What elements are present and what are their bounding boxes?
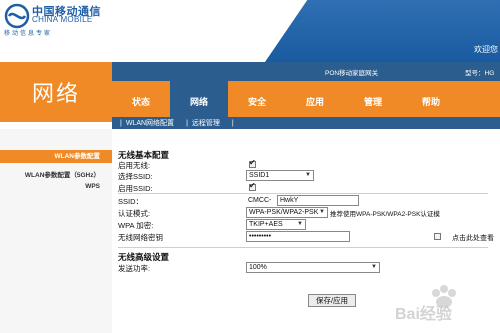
tx-power-value: 100% xyxy=(249,264,267,271)
ssid-input[interactable]: HwkY xyxy=(277,195,359,206)
auth-mode-label: 认证模式: xyxy=(118,209,151,218)
tx-power-select[interactable]: 100% ▼ xyxy=(246,262,380,273)
tab-security[interactable]: 安全 xyxy=(228,81,286,122)
auth-mode-value: WPA-PSK/WPA2-PSK xyxy=(249,209,319,216)
main-tabs: 状态 网络 安全 应用 管理 帮助 xyxy=(112,81,500,122)
info-strip xyxy=(112,62,500,81)
wpa-encryption-value: TKIP+AES xyxy=(249,221,283,228)
show-key-label: 点击此处查看 xyxy=(452,235,494,242)
tx-power-label: 发送功率: xyxy=(118,264,151,273)
select-ssid-label: 选择SSID: xyxy=(118,172,153,181)
sidebar: WLAN参数配置 WLAN参数配置（5GHz） WPS xyxy=(0,129,112,333)
watermark-text: Bai经验 xyxy=(395,306,452,323)
brand-slogan: 移动信息专家 xyxy=(4,31,53,37)
sidebar-item-wlan-params-5ghz[interactable]: WLAN参数配置（5GHz） xyxy=(25,169,100,179)
sidebar-item-wps[interactable]: WPS xyxy=(85,183,100,190)
ssid-select[interactable]: SSID1 ▼ xyxy=(246,170,314,181)
auth-mode-hint: 推荐使用WPA-PSK/WPA2-PSK认证模 xyxy=(330,211,440,218)
chevron-down-icon: ▼ xyxy=(319,209,325,215)
banner-decoration xyxy=(265,0,500,62)
chevron-down-icon: ▼ xyxy=(305,172,311,178)
tab-application[interactable]: 应用 xyxy=(286,81,344,122)
subnav-remote-management[interactable]: 远程管理 xyxy=(192,118,220,128)
wlan-advanced-title: 无线高级设置 xyxy=(118,252,170,262)
sub-navigation: | WLAN网络配置 | 远程管理 | xyxy=(112,117,500,129)
tab-status[interactable]: 状态 xyxy=(112,81,170,122)
router-admin-page: 中国移动通信 CHINA MOBILE 移动信息专家 欢迎您 网络 PON移动家… xyxy=(0,0,500,333)
subnav-separator: | xyxy=(120,119,122,127)
section-divider xyxy=(118,193,488,194)
wireless-key-input[interactable]: ••••••••• xyxy=(246,231,350,242)
enable-wireless-label: 启用无线: xyxy=(118,161,151,170)
chevron-down-icon: ▼ xyxy=(297,221,303,227)
wireless-key-label: 无线网络密钥 xyxy=(118,233,163,242)
show-key-checkbox[interactable] xyxy=(434,233,441,240)
subnav-separator: | xyxy=(231,119,234,127)
ssid-prefix: CMCC- xyxy=(248,197,272,204)
tab-help[interactable]: 帮助 xyxy=(402,81,460,122)
ssid-select-value: SSID1 xyxy=(249,172,270,179)
ssid-label: SSID： xyxy=(118,197,144,206)
chevron-down-icon: ▼ xyxy=(371,264,377,270)
sidebar-item-wlan-params[interactable]: WLAN参数配置 xyxy=(0,150,112,163)
page-section-title: 网络 xyxy=(31,81,80,106)
tab-management[interactable]: 管理 xyxy=(344,81,402,122)
product-name: PON移动家庭网关 xyxy=(325,70,379,77)
auth-mode-select[interactable]: WPA-PSK/WPA2-PSK ▼ xyxy=(246,207,328,218)
top-banner: 中国移动通信 CHINA MOBILE 移动信息专家 欢迎您 xyxy=(0,0,500,62)
wpa-encryption-select[interactable]: TKIP+AES ▼ xyxy=(246,219,306,230)
enable-wireless-checkbox[interactable] xyxy=(249,158,256,168)
tab-network[interactable]: 网络 xyxy=(170,81,228,122)
save-apply-button[interactable]: 保存/应用 xyxy=(308,294,356,307)
enable-ssid-checkbox[interactable] xyxy=(249,181,256,191)
brand-name-en: CHINA MOBILE xyxy=(32,15,93,24)
section-divider xyxy=(118,247,488,248)
welcome-text: 欢迎您 xyxy=(474,45,498,54)
wpa-encryption-label: WPA 加密: xyxy=(118,221,154,230)
model-label: 型号：HG xyxy=(465,70,495,77)
china-mobile-logo-icon xyxy=(4,3,30,29)
subnav-separator: | xyxy=(186,119,188,127)
subnav-wlan-config[interactable]: WLAN网络配置 xyxy=(126,118,174,128)
